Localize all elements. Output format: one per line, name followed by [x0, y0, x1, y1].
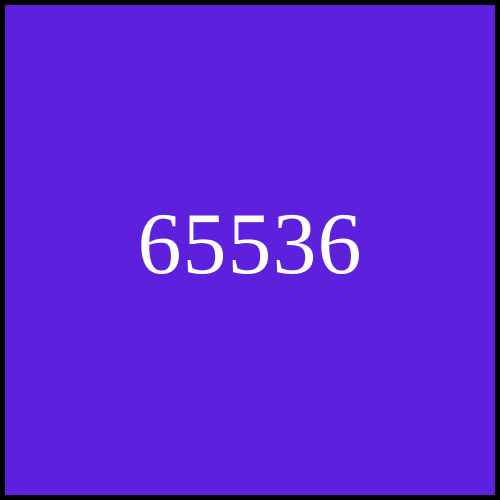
- number-tile: 65536: [0, 0, 500, 500]
- tile-value: 65536: [137, 196, 363, 293]
